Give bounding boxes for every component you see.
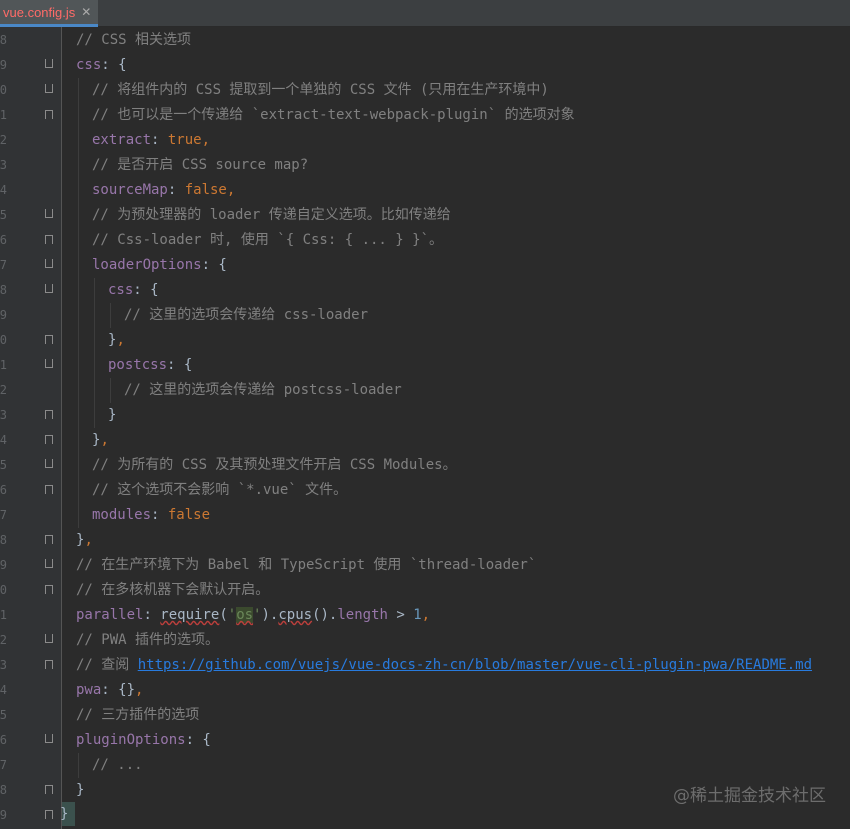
code-line: // CSS 相关选项 [76, 32, 192, 48]
code-line: } [60, 806, 69, 822]
line-number: 0 [0, 83, 7, 97]
code-line: // 这里的选项会传递给 css-loader [124, 307, 369, 323]
tab-vue-config-js[interactable]: vue.config.js ✕ [0, 0, 98, 27]
indent-guide [78, 753, 79, 778]
indent-guide [110, 378, 111, 403]
line-number: 9 [0, 58, 7, 72]
line-number: 7 [0, 508, 7, 522]
code-line: }, [92, 432, 109, 448]
line-number: 3 [0, 408, 7, 422]
line-number: 8 [0, 783, 7, 797]
fold-marker-icon[interactable] [45, 485, 53, 494]
line-number: 9 [0, 808, 7, 822]
fold-marker-icon[interactable] [45, 259, 53, 268]
code-line: parallel: require('os').cpus().length > … [76, 607, 431, 623]
fold-marker-icon[interactable] [45, 284, 53, 293]
fold-marker-icon[interactable] [45, 359, 53, 368]
fold-marker-icon[interactable] [45, 84, 53, 93]
code-line: // 这里的选项会传递给 postcss-loader [124, 382, 402, 398]
code-line: // 在生产环境下为 Babel 和 TypeScript 使用 `thread… [76, 557, 537, 573]
code-line: // ... [92, 757, 143, 773]
fold-marker-icon[interactable] [45, 634, 53, 643]
fold-marker-icon[interactable] [45, 535, 53, 544]
line-number: 8 [0, 533, 7, 547]
line-number: 3 [0, 158, 7, 172]
tab-label: vue.config.js [3, 4, 76, 20]
code-line: postcss: { [108, 357, 193, 373]
fold-marker-icon[interactable] [45, 110, 53, 119]
code-line: pluginOptions: { [76, 732, 211, 748]
line-number: 9 [0, 308, 7, 322]
line-number: 0 [0, 583, 7, 597]
line-number: 8 [0, 283, 7, 297]
close-icon[interactable]: ✕ [81, 5, 91, 19]
line-number: 2 [0, 383, 7, 397]
line-number-gutter [0, 27, 62, 829]
line-number: 5 [0, 708, 7, 722]
code-line: // 这个选项不会影响 `*.vue` 文件。 [92, 482, 348, 498]
code-line: modules: false [92, 507, 211, 523]
code-line: extract: true, [92, 132, 211, 148]
line-number: 7 [0, 258, 7, 272]
line-number: 4 [0, 683, 7, 697]
line-number: 6 [0, 733, 7, 747]
code-line: // 将组件内的 CSS 提取到一个单独的 CSS 文件 (只用在生产环境中) [92, 82, 549, 98]
line-number: 9 [0, 558, 7, 572]
code-line: // 是否开启 CSS source map? [92, 157, 309, 173]
fold-marker-icon[interactable] [45, 59, 53, 68]
fold-marker-icon[interactable] [45, 459, 53, 468]
fold-marker-icon[interactable] [45, 785, 53, 794]
code-line: css: { [76, 57, 127, 73]
code-line: sourceMap: false, [92, 182, 236, 198]
code-line: // 查阅 https://github.com/vuejs/vue-docs-… [76, 657, 813, 673]
line-number: 7 [0, 758, 7, 772]
readme-link[interactable]: https://github.com/vuejs/vue-docs-zh-cn/… [138, 657, 812, 673]
code-line: // PWA 插件的选项。 [76, 632, 220, 648]
fold-marker-icon[interactable] [45, 559, 53, 568]
code-line: // Css-loader 时, 使用 `{ Css: { ... } }`。 [92, 232, 444, 248]
watermark: @稀土掘金技术社区 [673, 786, 826, 806]
line-number: 2 [0, 633, 7, 647]
code-line: // 为所有的 CSS 及其预处理文件开启 CSS Modules。 [92, 457, 457, 473]
fold-marker-icon[interactable] [45, 235, 53, 244]
line-number: 6 [0, 483, 7, 497]
code-line: // 在多核机器下会默认开启。 [76, 582, 270, 598]
indent-guide [78, 78, 79, 528]
fold-marker-icon[interactable] [45, 435, 53, 444]
line-number: 1 [0, 108, 7, 122]
code-line: }, [76, 532, 93, 548]
line-number: 3 [0, 658, 7, 672]
fold-marker-icon[interactable] [45, 810, 53, 819]
fold-marker-icon[interactable] [45, 660, 53, 669]
indent-guide [94, 278, 95, 428]
code-line: loaderOptions: { [92, 257, 227, 273]
fold-marker-icon[interactable] [45, 335, 53, 344]
code-line: // 也可以是一个传递给 `extract-text-webpack-plugi… [92, 107, 575, 123]
fold-marker-icon[interactable] [45, 410, 53, 419]
code-line: // 三方插件的选项 [76, 707, 200, 723]
code-line: } [108, 407, 117, 423]
line-number: 1 [0, 608, 7, 622]
line-number: 2 [0, 133, 7, 147]
editor-tab-bar: vue.config.js ✕ [0, 0, 850, 27]
line-number: 8 [0, 33, 7, 47]
code-line: pwa: {}, [76, 682, 144, 698]
line-number: 5 [0, 208, 7, 222]
line-number: 4 [0, 433, 7, 447]
indent-guide [110, 303, 111, 328]
code-line: } [76, 782, 85, 798]
code-line: }, [108, 332, 125, 348]
code-line: css: { [108, 282, 159, 298]
fold-marker-icon[interactable] [45, 734, 53, 743]
fold-marker-icon[interactable] [45, 585, 53, 594]
code-line: // 为预处理器的 loader 传递自定义选项。比如传递给 [92, 207, 451, 223]
line-number: 1 [0, 358, 7, 372]
line-number: 0 [0, 333, 7, 347]
line-number: 6 [0, 233, 7, 247]
line-number: 5 [0, 458, 7, 472]
fold-marker-icon[interactable] [45, 209, 53, 218]
line-number: 4 [0, 183, 7, 197]
